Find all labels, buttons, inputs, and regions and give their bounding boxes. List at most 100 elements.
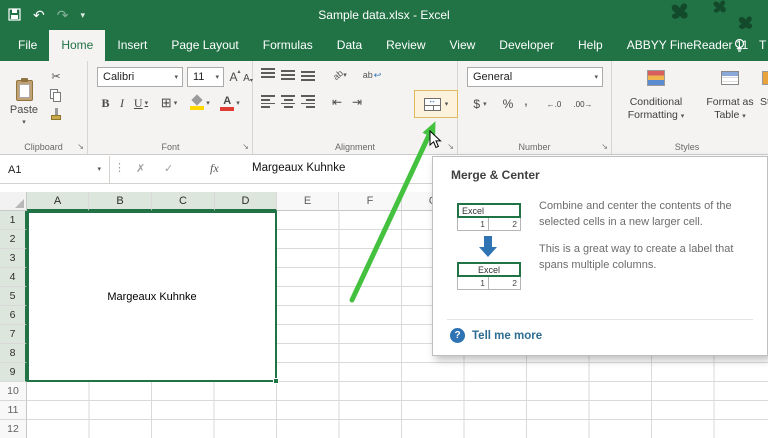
format-as-table-button[interactable] [704, 68, 756, 88]
align-middle-button[interactable] [281, 68, 295, 81]
decrease-indent-icon: ⇤ [331, 95, 343, 109]
tell-me-lightbulb-icon[interactable] [733, 38, 746, 58]
row-header-6[interactable]: 6 [0, 306, 27, 325]
number-group-label: Number [518, 142, 551, 152]
decrease-decimal-button[interactable]: .00→ [570, 97, 596, 111]
align-middle-icon [281, 68, 295, 81]
illustration-before-header: Excel [457, 203, 521, 218]
format-as-table-label[interactable]: Format as Table ▾ [700, 96, 760, 122]
formula-bar-resize-handle[interactable]: ⋮ [114, 161, 125, 174]
merge-center-tooltip: Merge & Center Excel 1 2 Excel 1 2 Combi… [432, 156, 768, 356]
number-format-combo[interactable]: General ▾ [467, 67, 603, 87]
fill-handle[interactable] [273, 378, 279, 384]
increase-decimal-icon: ←.0 [546, 99, 562, 109]
formula-bar-content[interactable]: Margeaux Kuhnke [252, 162, 345, 174]
name-box[interactable]: A1 ▾ [0, 156, 110, 183]
bold-button[interactable]: B [99, 95, 112, 112]
align-right-button[interactable] [301, 95, 315, 108]
percent-style-button[interactable]: % [500, 96, 516, 112]
insert-function-button[interactable]: fx [210, 161, 219, 176]
tab-tell-me-partial[interactable]: T [755, 30, 768, 61]
row-header-9[interactable]: 9 [0, 363, 27, 382]
wrap-text-button[interactable]: ab ↩ [357, 66, 387, 84]
name-box-dropdown-icon[interactable]: ▾ [97, 166, 109, 173]
font-size-combo[interactable]: 11 ▾ [187, 67, 224, 87]
alignment-dialog-launcher[interactable]: ↘ [447, 142, 454, 151]
copy-button[interactable] [48, 88, 64, 102]
font-dialog-launcher[interactable]: ↘ [242, 142, 249, 151]
cell-styles-label-partial[interactable]: St [760, 96, 768, 109]
row-header-4[interactable]: 4 [0, 268, 27, 287]
merge-center-icon: ↔ [423, 96, 441, 111]
decrease-decimal-icon: .00→ [573, 99, 593, 109]
align-top-button[interactable] [261, 68, 275, 81]
tab-data[interactable]: Data [325, 30, 374, 61]
accounting-format-button[interactable]: $ ▾ [468, 96, 492, 112]
decrease-indent-button[interactable]: ⇤ [329, 94, 345, 110]
align-left-icon [261, 95, 275, 108]
row-header-3[interactable]: 3 [0, 249, 27, 268]
grow-font-button[interactable]: A ▴ [228, 69, 242, 85]
font-color-button[interactable]: A ▾ [217, 94, 243, 112]
align-center-button[interactable] [281, 95, 295, 108]
tab-help[interactable]: Help [566, 30, 615, 61]
row-header-2[interactable]: 2 [0, 230, 27, 249]
row-header-7[interactable]: 7 [0, 325, 27, 344]
merge-and-center-button[interactable]: ↔ ▾ [414, 90, 458, 118]
paste-button[interactable]: Paste ▾ [6, 65, 42, 141]
tab-view[interactable]: View [438, 30, 488, 61]
conditional-formatting-button[interactable] [624, 68, 688, 88]
align-bottom-button[interactable] [301, 68, 315, 81]
column-header-e[interactable]: E [277, 192, 339, 211]
comma-icon: , [524, 92, 528, 108]
underline-button[interactable]: U ▾ [131, 95, 151, 112]
increase-indent-button[interactable]: ⇥ [349, 94, 365, 110]
number-dialog-launcher[interactable]: ↘ [601, 142, 608, 151]
comma-style-button[interactable]: , [520, 92, 532, 108]
cancel-button[interactable]: ✗ [136, 162, 145, 175]
row-header-10[interactable]: 10 [0, 382, 27, 401]
cell-styles-button[interactable] [762, 68, 768, 88]
decorative-butterflies [671, 0, 753, 29]
selected-merged-cell[interactable]: Margeaux Kuhnke [27, 211, 279, 384]
orientation-icon: ab [331, 67, 346, 83]
select-all-corner[interactable] [0, 192, 27, 211]
borders-button[interactable]: ⊞ ▾ [157, 94, 181, 112]
tab-page-layout[interactable]: Page Layout [159, 30, 250, 61]
italic-button[interactable]: I [116, 95, 128, 112]
fill-color-button[interactable]: ▾ [187, 94, 213, 112]
increase-decimal-button[interactable]: ←.0 [542, 97, 566, 111]
cut-button[interactable]: ✂ [48, 69, 64, 83]
tell-me-more-link[interactable]: ? Tell me more [450, 328, 542, 343]
row-header-11[interactable]: 11 [0, 401, 27, 420]
row-header-1[interactable]: 1 [0, 211, 27, 230]
row-header-5[interactable]: 5 [0, 287, 27, 306]
orientation-button[interactable]: ab ▾ [329, 66, 351, 84]
underline-icon: U [133, 96, 143, 110]
row-header-8[interactable]: 8 [0, 344, 27, 363]
row-header-12[interactable]: 12 [0, 420, 27, 438]
down-arrow-icon [479, 236, 497, 257]
column-header-d[interactable]: D [215, 192, 277, 211]
format-painter-button[interactable] [48, 107, 64, 121]
column-header-b[interactable]: B [89, 192, 152, 211]
column-header-f[interactable]: F [339, 192, 402, 211]
tab-home[interactable]: Home [49, 30, 106, 61]
font-name-combo[interactable]: Calibri ▾ [97, 67, 183, 87]
tab-file[interactable]: File [6, 30, 49, 61]
copy-icon [50, 88, 62, 102]
conditional-formatting-label[interactable]: Conditional Formatting ▾ [614, 96, 698, 122]
tab-formulas[interactable]: Formulas [251, 30, 325, 61]
tab-developer[interactable]: Developer [487, 30, 566, 61]
align-left-button[interactable] [261, 95, 275, 108]
enter-button[interactable]: ✓ [164, 162, 173, 175]
column-header-a[interactable]: A [27, 192, 89, 211]
group-clipboard: Paste ▾ ✂ Clipboard ↘ [0, 61, 88, 154]
tab-review[interactable]: Review [374, 30, 437, 61]
window-title: Sample data.xlsx - Excel [318, 8, 450, 22]
tab-insert[interactable]: Insert [105, 30, 159, 61]
illustration-cell: 2 [489, 218, 521, 231]
clipboard-dialog-launcher[interactable]: ↘ [77, 142, 84, 151]
column-header-c[interactable]: C [152, 192, 215, 211]
merge-center-dropdown-icon[interactable]: ▾ [445, 101, 449, 108]
